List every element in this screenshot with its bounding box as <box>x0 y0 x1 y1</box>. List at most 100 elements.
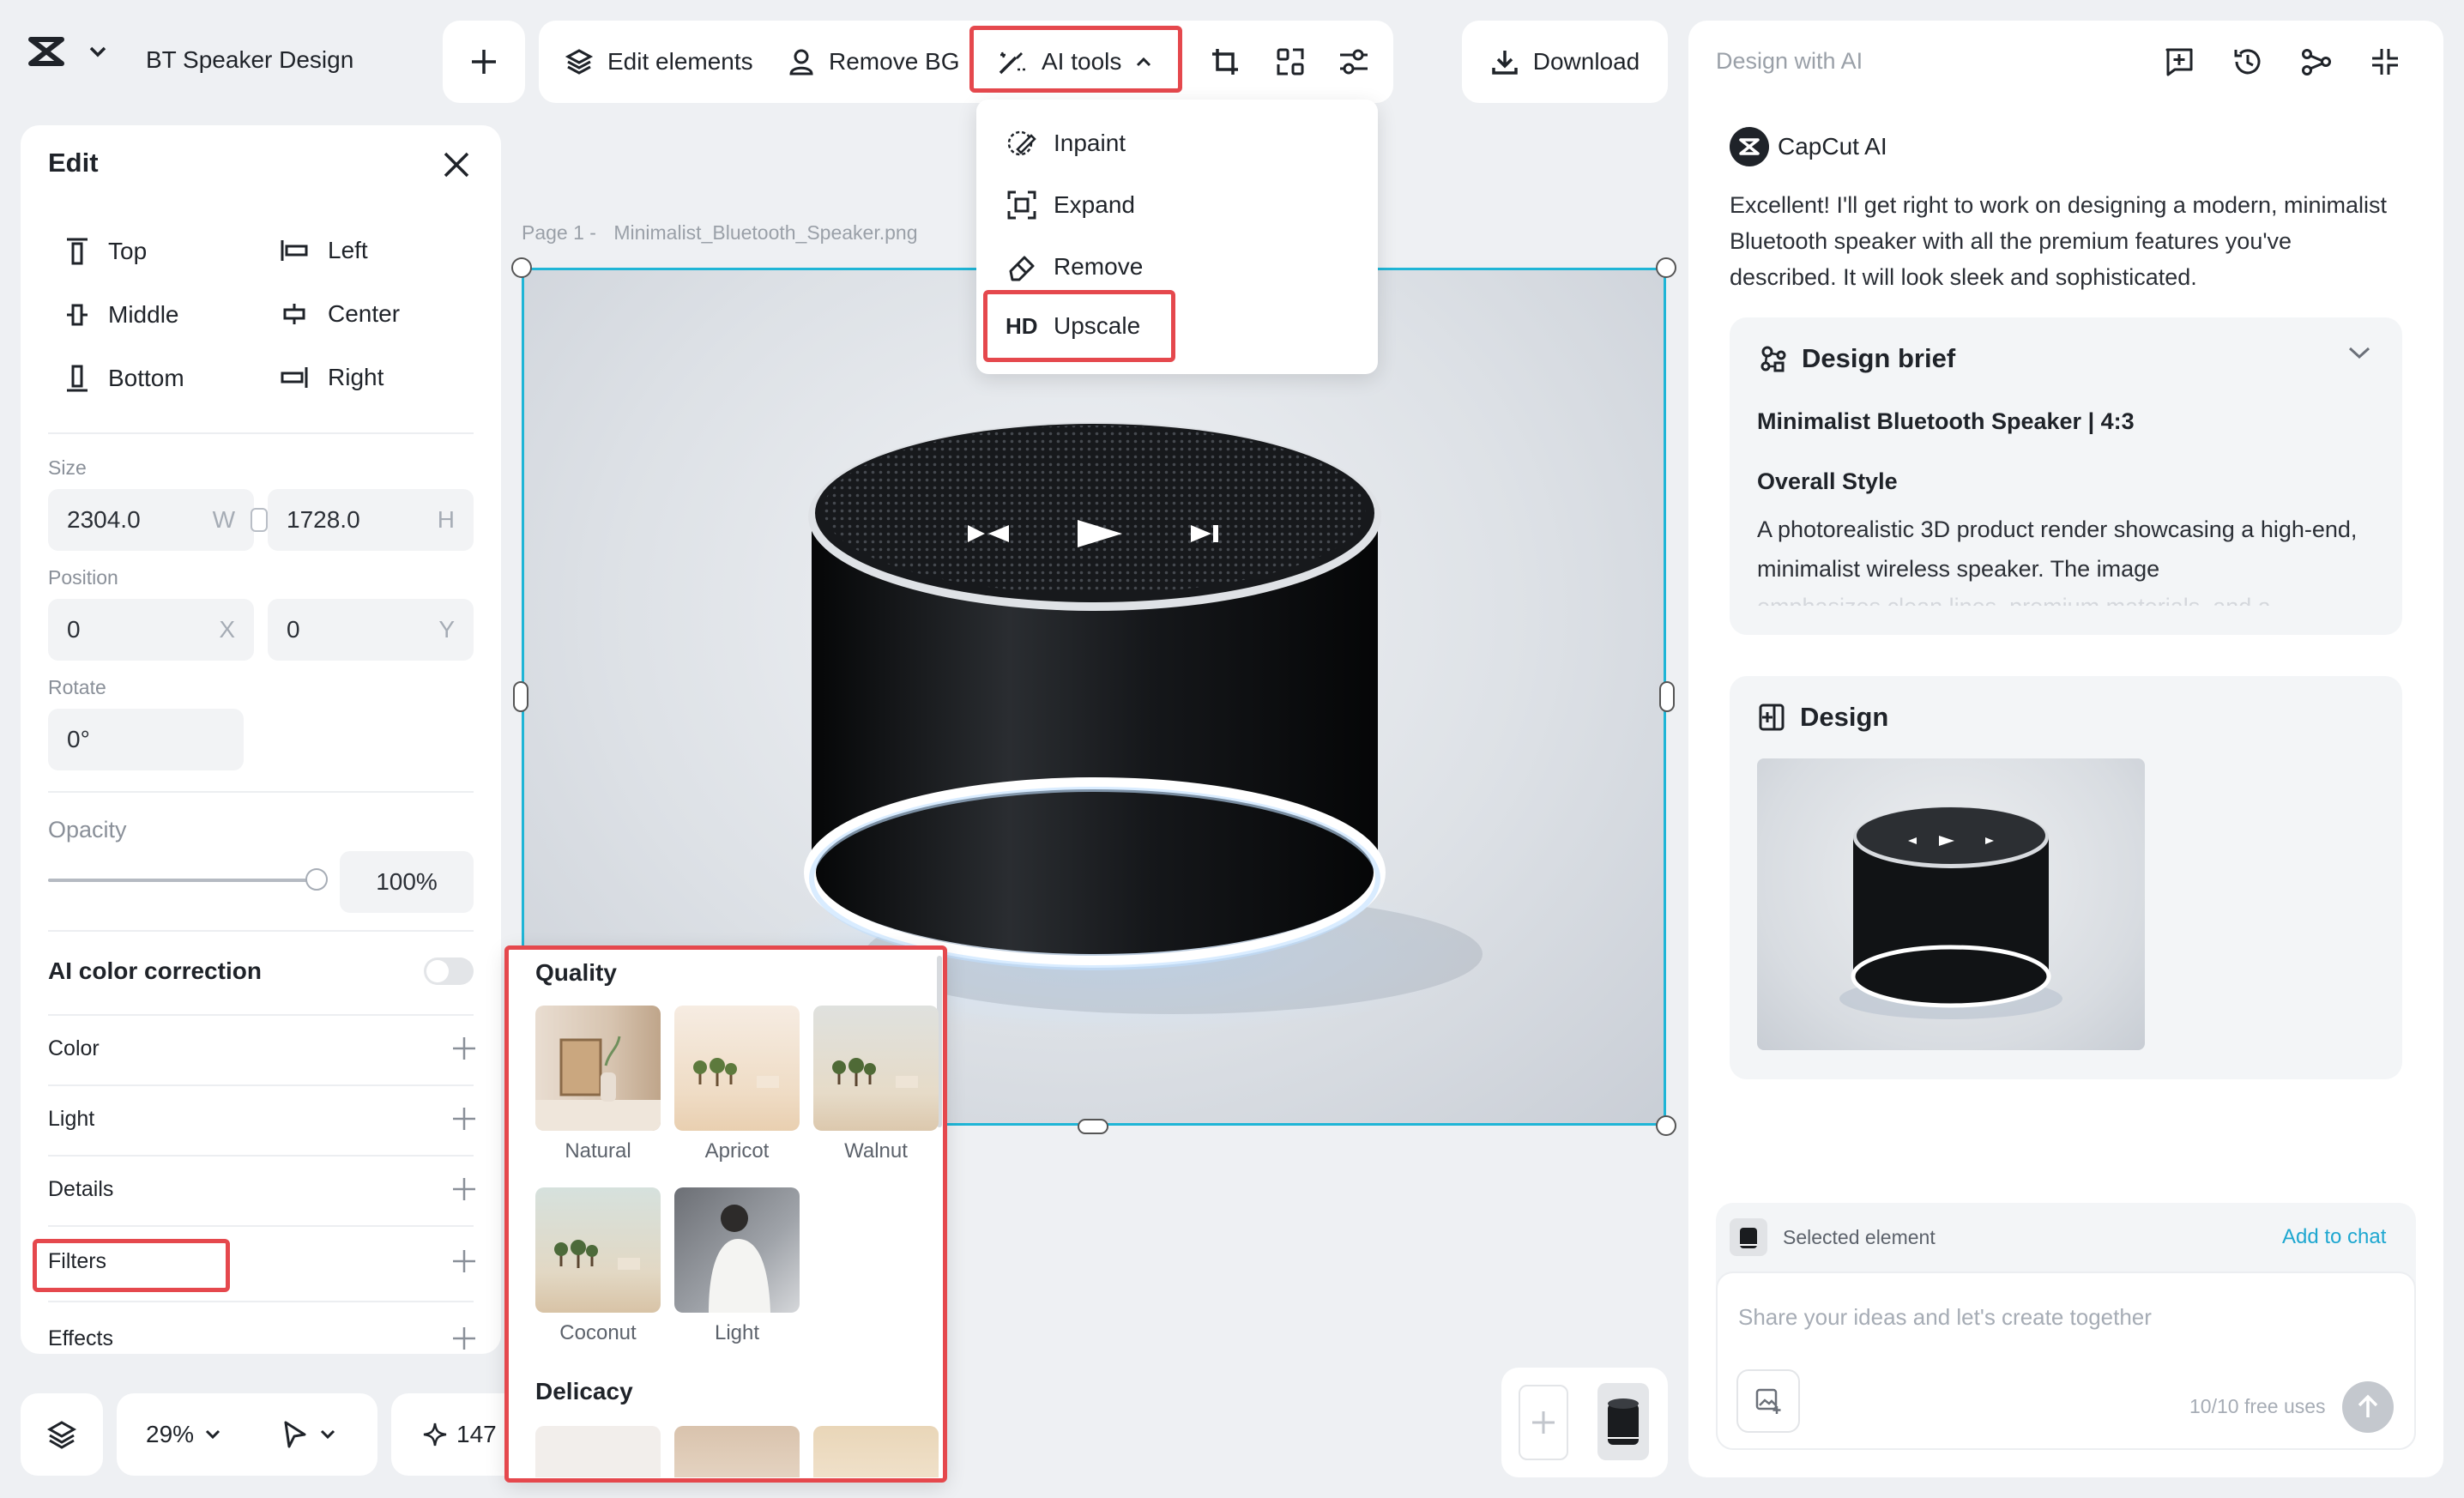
menu-item-upscale[interactable]: HD Upscale <box>1006 312 1140 340</box>
new-chat-button[interactable] <box>2155 38 2203 86</box>
scan-button[interactable] <box>1265 36 1316 88</box>
position-x-input[interactable]: 0 X <box>48 599 254 661</box>
chevron-down-icon <box>319 1429 336 1441</box>
align-right-label: Right <box>328 364 384 390</box>
position-y-suffix: Y <box>438 616 455 643</box>
filter-apricot-label: Apricot <box>704 1139 770 1163</box>
credits-badge[interactable]: 147 <box>391 1393 511 1476</box>
align-left-icon <box>280 239 309 263</box>
resize-handle-br[interactable] <box>1656 1115 1676 1136</box>
speaker-thumbnail-image <box>1608 1398 1639 1445</box>
opacity-input[interactable]: 100% <box>340 851 474 913</box>
pointer-tool-icon[interactable] <box>281 1420 309 1449</box>
zoom-value: 29% <box>146 1421 195 1447</box>
align-bottom-icon <box>65 364 89 393</box>
position-x-value: 0 <box>67 616 81 643</box>
send-button[interactable] <box>2342 1381 2394 1433</box>
add-button[interactable] <box>443 21 525 103</box>
collapse-panel-button[interactable] <box>2361 38 2409 86</box>
resize-handle-bottom[interactable] <box>1078 1119 1108 1134</box>
brief-nodes-icon <box>1757 343 1788 374</box>
brief-style-heading: Overall Style <box>1757 468 1898 494</box>
divider <box>48 1014 474 1016</box>
resize-handle-left[interactable] <box>513 681 528 712</box>
align-right-button[interactable]: Right <box>280 364 383 391</box>
filter-delicacy-thumb-2[interactable] <box>674 1426 800 1477</box>
design-result-image[interactable] <box>1757 758 2145 1050</box>
align-middle-button[interactable]: Middle <box>65 300 178 329</box>
position-y-input[interactable]: 0 Y <box>268 599 474 661</box>
download-button[interactable]: Download <box>1462 21 1668 103</box>
layers-button[interactable] <box>21 1393 103 1476</box>
divider <box>48 1225 474 1227</box>
align-top-button[interactable]: Top <box>65 237 147 266</box>
height-input[interactable]: 1728.0 H <box>268 489 474 551</box>
height-suffix: H <box>437 506 455 533</box>
menu-item-expand[interactable]: Expand <box>1006 189 1135 221</box>
assistant-header: CapCut AI <box>1730 127 1887 166</box>
ai-tools-button[interactable]: AI tools <box>995 36 1152 88</box>
divider <box>48 432 474 434</box>
add-to-chat-link[interactable]: Add to chat <box>2282 1225 2386 1249</box>
share-icon <box>2300 45 2333 78</box>
menu-item-remove[interactable]: Remove <box>1006 251 1143 283</box>
filter-natural-label: Natural <box>565 1139 631 1163</box>
crop-button[interactable] <box>1199 36 1251 88</box>
edit-elements-label: Edit elements <box>607 48 753 75</box>
filter-natural-thumb[interactable] <box>535 1006 661 1131</box>
filters-section[interactable]: Filters <box>48 1235 477 1287</box>
share-button[interactable] <box>2292 38 2340 86</box>
opacity-slider-thumb[interactable] <box>305 868 328 891</box>
resize-handle-tl[interactable] <box>511 257 532 278</box>
details-section[interactable]: Details <box>48 1163 477 1215</box>
close-edit-button[interactable] <box>438 146 475 184</box>
page-thumbnail[interactable] <box>1597 1383 1649 1460</box>
close-icon <box>443 151 470 178</box>
filter-coconut-thumb[interactable] <box>535 1187 661 1313</box>
light-section[interactable]: Light <box>48 1093 477 1145</box>
remove-label: Remove <box>1054 253 1144 280</box>
speaker-result-image <box>1839 806 2062 1019</box>
width-input[interactable]: 2304.0 W <box>48 489 254 551</box>
project-name[interactable]: BT Speaker Design <box>146 46 353 74</box>
frame-vase-image <box>535 1036 661 1131</box>
filter-apricot-thumb[interactable] <box>674 1006 800 1131</box>
add-page-button[interactable] <box>1519 1385 1568 1460</box>
divider <box>48 791 474 793</box>
ai-panel-title: Design with AI <box>1716 48 1863 74</box>
chat-input-box[interactable] <box>1716 1271 2416 1450</box>
align-bottom-button[interactable]: Bottom <box>65 364 184 393</box>
menu-item-inpaint[interactable]: Inpaint <box>1006 127 1126 160</box>
filter-light-thumb[interactable] <box>674 1187 800 1313</box>
brief-subtitle: Minimalist Bluetooth Speaker | 4:3 <box>1757 408 2135 434</box>
align-center-button[interactable]: Center <box>280 300 400 328</box>
align-right-icon <box>280 365 309 390</box>
opacity-slider-track <box>48 879 323 882</box>
resize-handle-tr[interactable] <box>1656 257 1676 278</box>
credits-value: 147 <box>456 1421 497 1447</box>
lock-ratio-button[interactable] <box>251 508 268 532</box>
edit-elements-button[interactable]: Edit elements <box>565 36 753 88</box>
remove-bg-button[interactable]: Remove BG <box>788 36 960 88</box>
upscale-label: Upscale <box>1054 312 1141 339</box>
page-label-row: Page 1 - Minimalist_Bluetooth_Speaker.pn… <box>522 221 918 245</box>
chevron-down-icon <box>88 45 108 58</box>
effects-section[interactable]: Effects <box>48 1313 477 1364</box>
expand-brief-button[interactable] <box>2347 345 2382 371</box>
align-left-button[interactable]: Left <box>280 237 368 264</box>
history-button[interactable] <box>2224 38 2272 86</box>
adjust-button[interactable] <box>1328 36 1380 88</box>
filter-delicacy-thumb-3[interactable] <box>813 1426 939 1477</box>
zoom-control[interactable]: 29% <box>117 1393 377 1476</box>
filter-delicacy-thumb-1[interactable] <box>535 1426 661 1477</box>
rotate-input[interactable]: 0° <box>48 709 244 770</box>
design-card-title: Design <box>1800 702 1889 732</box>
resize-handle-right[interactable] <box>1659 681 1675 712</box>
logo-menu[interactable] <box>26 34 108 69</box>
color-section[interactable]: Color <box>48 1023 477 1074</box>
expand-icon <box>1006 189 1038 221</box>
filter-walnut-thumb[interactable] <box>813 1006 939 1131</box>
ai-color-correction-toggle[interactable] <box>424 957 474 985</box>
attach-image-button[interactable] <box>1736 1369 1800 1433</box>
design-brief-header: Design brief <box>1757 343 1955 374</box>
